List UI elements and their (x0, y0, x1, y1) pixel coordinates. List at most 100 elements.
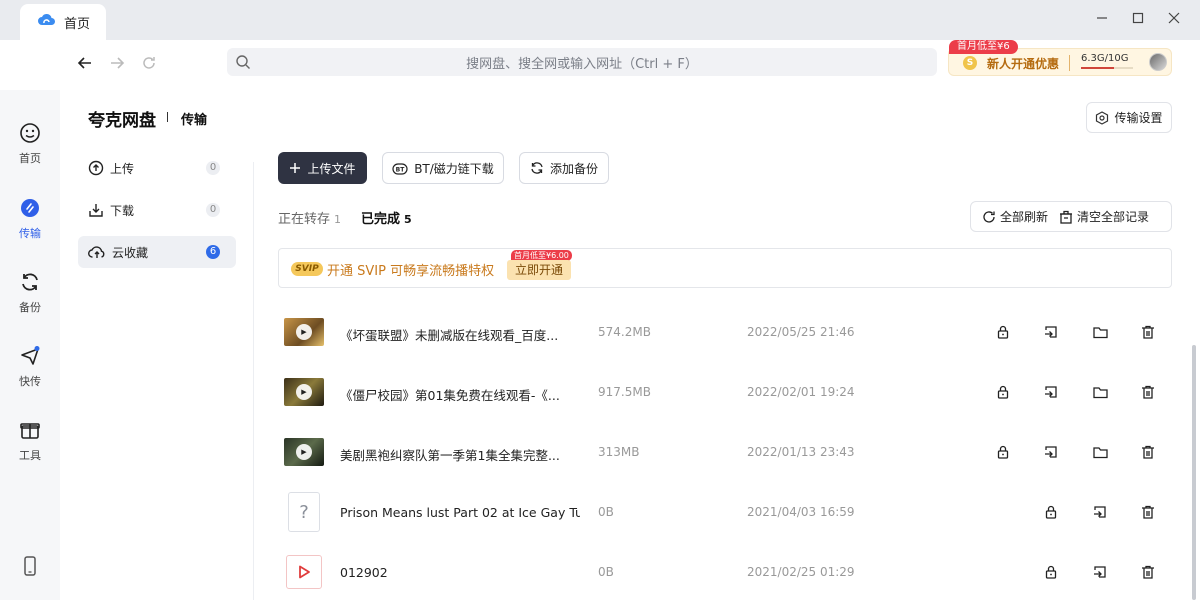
settings-hex-icon (1096, 110, 1109, 125)
submenu-label: 云收藏 (112, 245, 149, 260)
file-date: 2021/04/03 16:59 (747, 505, 855, 519)
count-badge: 0 (206, 161, 220, 175)
submenu-item-cloud-collect[interactable]: 云收藏 6 (78, 236, 236, 268)
folder-icon[interactable] (1090, 382, 1110, 402)
file-row[interactable]: ? Prison Means lust Part 02 at Ice Gay T… (278, 482, 1172, 542)
file-name: Prison Means lust Part 02 at Ice Gay Tu.… (340, 505, 580, 520)
sidebar-item-label: 工具 (19, 449, 41, 462)
sidebar-item-transfer[interactable]: 传输 (0, 197, 60, 241)
file-row[interactable]: 012902 0B 2021/02/25 01:29 (278, 542, 1172, 600)
tab-label: 已完成 (361, 212, 401, 227)
svg-text:BT: BT (396, 167, 406, 174)
smile-face-icon (20, 123, 40, 143)
toolbox-icon (20, 423, 40, 439)
backup-sync-icon (22, 273, 38, 291)
sidebar-item-label: 首页 (19, 152, 41, 165)
avatar[interactable] (1149, 53, 1167, 71)
cloud-logo-icon (38, 13, 56, 31)
search-input[interactable]: 搜网盘、搜全网或输入网址（Ctrl + F） (227, 48, 937, 76)
file-date: 2022/01/13 23:43 (747, 445, 855, 459)
trash-icon[interactable] (1138, 442, 1158, 462)
tab-in-progress[interactable]: 正在转存 1 (278, 208, 341, 227)
file-size: 0B (598, 505, 614, 519)
play-icon: ▶ (296, 384, 312, 400)
trash-icon[interactable] (1138, 322, 1158, 342)
download-tray-icon (89, 204, 103, 217)
file-size: 313MB (598, 445, 640, 459)
video-thumbnail: ▶ (284, 318, 324, 346)
search-placeholder: 搜网盘、搜全网或输入网址（Ctrl + F） (466, 56, 698, 72)
save-transfer-icon[interactable] (1041, 382, 1061, 402)
sidebar-item-quick-send[interactable]: 快传 (0, 345, 60, 389)
lock-icon[interactable] (1041, 562, 1061, 582)
header-divider (167, 112, 168, 122)
panel-divider (253, 162, 254, 600)
file-name: 《僵尸校园》第01集免费在线观看-《... (340, 388, 560, 403)
file-name: 012902 (340, 565, 388, 580)
save-transfer-icon[interactable] (1090, 562, 1110, 582)
transfer-submenu: 上传 0 下载 0 云收藏 6 (78, 152, 236, 278)
bt-magnet-download-button[interactable]: BT BT/磁力链下载 (382, 152, 504, 184)
clear-all-records-button[interactable]: 清空全部记录 (1048, 208, 1149, 225)
submenu-label: 下载 (110, 203, 135, 218)
storage-bar (1081, 67, 1133, 69)
list-scrollbar[interactable] (1192, 345, 1196, 600)
sidebar-item-phone[interactable] (0, 555, 60, 577)
lock-icon[interactable] (993, 322, 1013, 342)
sidebar-item-tools[interactable]: 工具 (0, 419, 60, 463)
sidebar-item-label: 传输 (19, 227, 41, 240)
tab-completed[interactable]: 已完成 5 (361, 208, 412, 227)
file-date: 2022/05/25 21:46 (747, 325, 855, 339)
add-backup-button[interactable]: 添加备份 (519, 152, 609, 184)
quick-send-icon (21, 346, 40, 365)
folder-icon[interactable] (1090, 442, 1110, 462)
back-arrow-icon[interactable] (74, 52, 96, 74)
maximize-icon[interactable] (1130, 10, 1146, 26)
file-row[interactable]: ▶ 《坏蛋联盟》未删减版在线观看_百度... 574.2MB 2022/05/2… (278, 302, 1172, 362)
sidebar-item-backup[interactable]: 备份 (0, 271, 60, 315)
submenu-item-download[interactable]: 下载 0 (78, 194, 236, 226)
minimize-icon[interactable] (1094, 10, 1110, 26)
transfer-icon (21, 199, 39, 217)
storage-bar-fill (1081, 67, 1114, 69)
save-transfer-icon[interactable] (1041, 322, 1061, 342)
refresh-icon[interactable] (138, 52, 160, 74)
tab-home[interactable]: 首页 (20, 4, 106, 40)
lock-icon[interactable] (1041, 502, 1061, 522)
bt-icon: BT (392, 163, 408, 175)
unknown-file-icon: ? (288, 492, 320, 532)
page-title: 传输 (181, 113, 208, 128)
file-row[interactable]: ▶ 美剧黑袍纠察队第一季第1集全集完整... 313MB 2022/01/13 … (278, 422, 1172, 482)
file-row[interactable]: ▶ 《僵尸校园》第01集免费在线观看-《... 917.5MB 2022/02/… (278, 362, 1172, 422)
svip-banner: SVIP 开通 SVIP 可畅享流畅播特权 首月低至¥6.00 立即开通 (278, 248, 1172, 288)
lock-icon[interactable] (993, 382, 1013, 402)
upload-circle-icon (88, 160, 104, 176)
file-date: 2021/02/25 01:29 (747, 565, 855, 579)
trash-icon[interactable] (1138, 382, 1158, 402)
phone-icon (24, 556, 36, 576)
records-toolbar: 全部刷新 清空全部记录 (970, 201, 1172, 232)
play-icon: ▶ (296, 444, 312, 460)
promo-banner[interactable]: 首月低至¥6 S 新人开通优惠 6.3G/10G (948, 40, 1172, 76)
video-file-icon (286, 555, 322, 589)
save-transfer-icon[interactable] (1041, 442, 1061, 462)
save-transfer-icon[interactable] (1090, 502, 1110, 522)
svip-open-button[interactable]: 立即开通 (507, 260, 571, 280)
trash-icon[interactable] (1138, 502, 1158, 522)
sidebar-item-home[interactable]: 首页 (0, 122, 60, 166)
upload-file-button[interactable]: 上传文件 (278, 152, 367, 184)
close-icon[interactable] (1166, 10, 1182, 26)
forward-arrow-icon[interactable] (106, 52, 128, 74)
transfer-settings-button[interactable]: 传输设置 (1086, 102, 1172, 133)
coin-icon: S (963, 56, 977, 70)
plus-icon (290, 163, 301, 173)
add-backup-label: 添加备份 (549, 161, 598, 176)
promo-divider (1069, 55, 1070, 71)
folder-icon[interactable] (1090, 322, 1110, 342)
lock-icon[interactable] (993, 442, 1013, 462)
trash-icon[interactable] (1138, 562, 1158, 582)
refresh-all-button[interactable]: 全部刷新 (971, 208, 1048, 225)
backup-sync-icon (531, 162, 543, 174)
play-icon (299, 565, 310, 579)
submenu-item-upload[interactable]: 上传 0 (78, 152, 236, 184)
